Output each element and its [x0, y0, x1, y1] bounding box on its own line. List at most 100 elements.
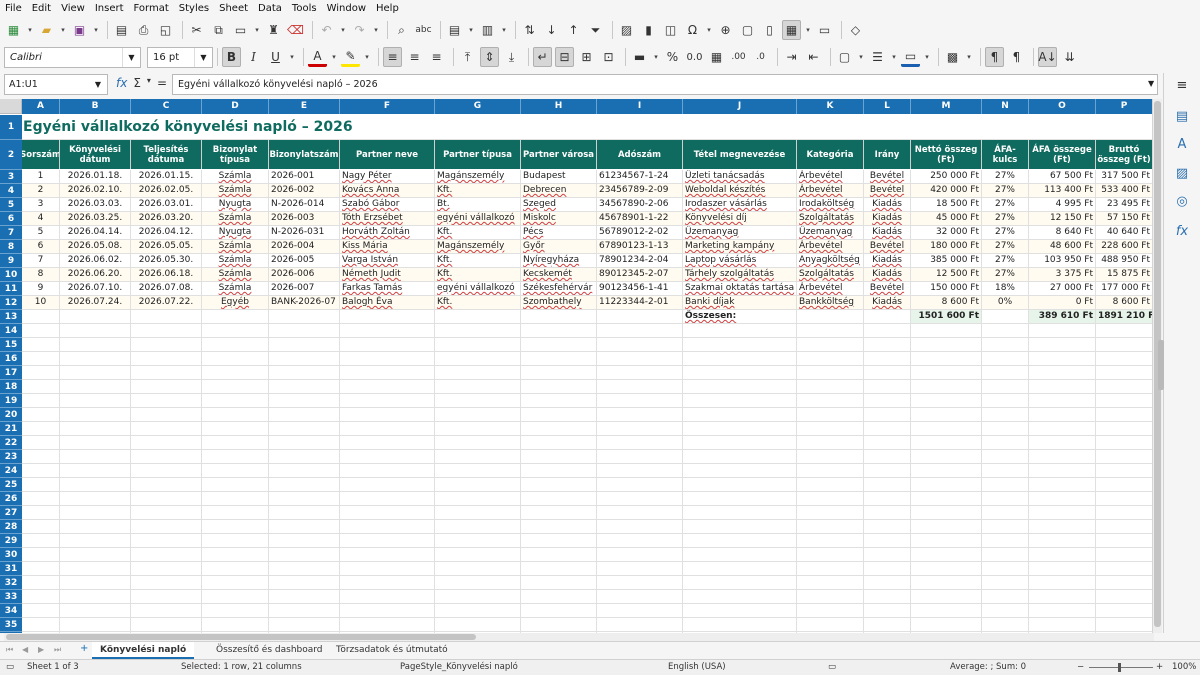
- table-cell[interactable]: 2026.06.20.: [60, 268, 131, 282]
- empty-cell[interactable]: [269, 380, 340, 394]
- table-cell[interactable]: 27%: [982, 170, 1029, 184]
- row-header[interactable]: 24: [0, 464, 22, 478]
- empty-cell[interactable]: [864, 506, 911, 520]
- empty-cell[interactable]: [1096, 548, 1152, 562]
- table-header-cell[interactable]: ÁFA-kulcs: [982, 140, 1029, 169]
- empty-cell[interactable]: [521, 478, 597, 492]
- row-header[interactable]: 10: [0, 268, 22, 282]
- empty-cell[interactable]: [22, 506, 60, 520]
- formula-input[interactable]: Egyéni vállalkozó könyvelési napló – 202…: [172, 74, 1158, 95]
- table-header-cell[interactable]: Irány: [864, 140, 911, 169]
- empty-cell[interactable]: [435, 618, 521, 632]
- table-cell[interactable]: 7: [22, 254, 60, 268]
- empty-cell[interactable]: [982, 590, 1029, 604]
- row-header[interactable]: 34: [0, 604, 22, 618]
- empty-cell[interactable]: [864, 422, 911, 436]
- row-header[interactable]: 5: [0, 198, 22, 212]
- prev-sheet-icon[interactable]: ◀: [22, 645, 28, 654]
- empty-cell[interactable]: [269, 422, 340, 436]
- sort-descending-icon[interactable]: ↑: [564, 20, 583, 40]
- table-header-cell[interactable]: Nettó összeg (Ft): [911, 140, 982, 169]
- empty-cell[interactable]: [131, 604, 202, 618]
- table-cell[interactable]: 2026.04.12.: [131, 226, 202, 240]
- row-header[interactable]: 12: [0, 296, 22, 310]
- table-cell[interactable]: N-2026-031: [269, 226, 340, 240]
- empty-cell[interactable]: [521, 576, 597, 590]
- empty-cell[interactable]: [22, 534, 60, 548]
- table-cell[interactable]: Németh Judit: [340, 268, 435, 282]
- empty-cell[interactable]: [521, 436, 597, 450]
- empty-cell[interactable]: [797, 534, 864, 548]
- empty-cell[interactable]: [1029, 338, 1096, 352]
- navigator-icon[interactable]: ◎: [1173, 192, 1191, 210]
- table-cell[interactable]: 23456789-2-09: [597, 184, 683, 198]
- empty-cell[interactable]: [982, 618, 1029, 632]
- table-cell[interactable]: 18%: [982, 282, 1029, 296]
- table-cell[interactable]: Üzemanyag: [683, 226, 797, 240]
- empty-cell[interactable]: [864, 394, 911, 408]
- vertical-text-icon[interactable]: A↓: [1038, 47, 1057, 67]
- empty-cell[interactable]: [60, 548, 131, 562]
- menu-format[interactable]: Format: [129, 0, 174, 17]
- chevron-down-icon[interactable]: ▼: [89, 75, 107, 94]
- empty-cell[interactable]: [1096, 422, 1152, 436]
- table-cell[interactable]: Számla: [202, 240, 269, 254]
- chevron-down-icon[interactable]: ▼: [122, 47, 140, 67]
- empty-cell[interactable]: [797, 604, 864, 618]
- empty-cell[interactable]: [340, 324, 435, 338]
- empty-cell[interactable]: [202, 450, 269, 464]
- undo-icon[interactable]: ↶: [317, 20, 336, 40]
- empty-cell[interactable]: [797, 408, 864, 422]
- empty-cell[interactable]: [435, 520, 521, 534]
- empty-cell[interactable]: [1096, 506, 1152, 520]
- empty-cell[interactable]: [131, 366, 202, 380]
- empty-cell[interactable]: [131, 450, 202, 464]
- column-header[interactable]: B: [60, 99, 131, 114]
- empty-cell[interactable]: [340, 478, 435, 492]
- stacked-text-icon[interactable]: ⇊: [1060, 47, 1079, 67]
- empty-cell[interactable]: [22, 324, 60, 338]
- total-row-cell[interactable]: Összesen:: [683, 310, 797, 324]
- column-header[interactable]: P: [1096, 99, 1152, 114]
- empty-cell[interactable]: [864, 492, 911, 506]
- align-right-icon[interactable]: ≡: [427, 47, 446, 67]
- table-header-cell[interactable]: Könyvelési dátum: [60, 140, 131, 169]
- empty-cell[interactable]: [131, 380, 202, 394]
- empty-cell[interactable]: [864, 450, 911, 464]
- row-header[interactable]: 27: [0, 506, 22, 520]
- empty-cell[interactable]: [521, 604, 597, 618]
- table-cell[interactable]: 10: [22, 296, 60, 310]
- table-cell[interactable]: 4 995 Ft: [1029, 198, 1096, 212]
- empty-cell[interactable]: [269, 506, 340, 520]
- empty-cell[interactable]: [597, 520, 683, 534]
- empty-cell[interactable]: [60, 478, 131, 492]
- empty-cell[interactable]: [269, 324, 340, 338]
- empty-cell[interactable]: [60, 464, 131, 478]
- empty-cell[interactable]: [1096, 408, 1152, 422]
- empty-cell[interactable]: [597, 394, 683, 408]
- empty-cell[interactable]: [797, 618, 864, 632]
- table-cell[interactable]: 2026.07.08.: [131, 282, 202, 296]
- empty-cell[interactable]: [597, 590, 683, 604]
- table-cell[interactable]: 57 150 Ft: [1096, 212, 1152, 226]
- row-header[interactable]: 11: [0, 282, 22, 296]
- table-cell[interactable]: Nyíregyháza: [521, 254, 597, 268]
- empty-cell[interactable]: [1029, 492, 1096, 506]
- last-sheet-icon[interactable]: ⏭: [54, 645, 61, 655]
- empty-cell[interactable]: [22, 576, 60, 590]
- font-size-box[interactable]: 16 pt ▼: [147, 46, 213, 68]
- row-icon[interactable]: ▤: [445, 20, 464, 40]
- border-color-dropdown-icon[interactable]: ▾: [923, 53, 931, 61]
- row-dropdown-icon[interactable]: ▾: [467, 26, 475, 34]
- borders-icon[interactable]: ▢: [835, 47, 854, 67]
- total-gross[interactable]: 1891 210 Ft: [1096, 310, 1152, 324]
- empty-cell[interactable]: [435, 492, 521, 506]
- table-cell[interactable]: 2026.05.05.: [131, 240, 202, 254]
- empty-cell[interactable]: [269, 450, 340, 464]
- empty-cell[interactable]: [340, 590, 435, 604]
- empty-cell[interactable]: [597, 352, 683, 366]
- italic-icon[interactable]: I: [244, 47, 263, 67]
- empty-cell[interactable]: [1096, 604, 1152, 618]
- empty-cell[interactable]: [982, 506, 1029, 520]
- empty-cell[interactable]: [911, 478, 982, 492]
